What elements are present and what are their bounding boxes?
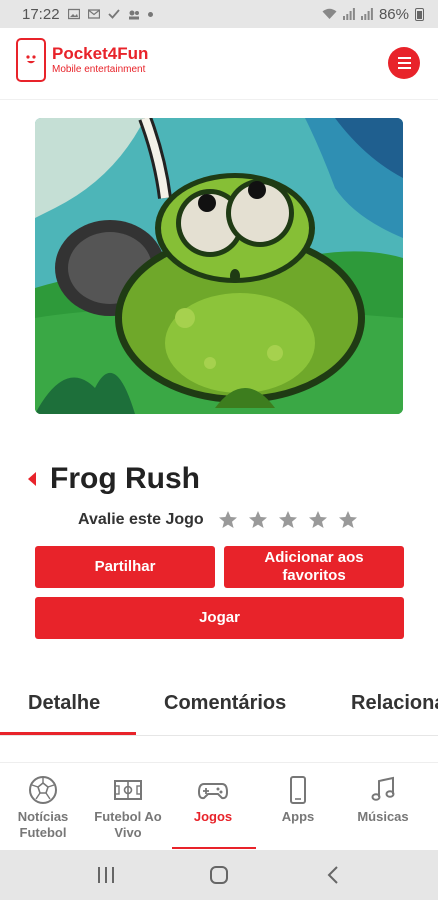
bottom-nav: Notícias Futebol Futebol Ao Vivo Jogos A… <box>0 762 438 850</box>
rating-label: Avalie este Jogo <box>78 511 204 528</box>
soccer-field-icon <box>114 780 142 800</box>
game-artwork <box>35 118 403 414</box>
cast-icon <box>128 10 139 20</box>
active-tab-indicator <box>0 732 136 735</box>
nav-item-live-football[interactable]: Futebol Ao Vivo <box>88 775 168 842</box>
home-icon[interactable] <box>209 865 229 885</box>
nav-item-news[interactable]: Notícias Futebol <box>3 775 83 842</box>
signal-icon <box>360 8 373 20</box>
logo-phone-icon <box>16 38 46 82</box>
star-icon[interactable] <box>248 510 268 530</box>
menu-button[interactable] <box>388 47 420 79</box>
rating-stars <box>218 510 358 530</box>
content-tabs: Detalhe Comentários Relacionados <box>0 676 438 736</box>
check-icon <box>107 9 120 19</box>
nav-item-games[interactable]: Jogos <box>173 775 253 825</box>
nav-label-apps: Apps <box>281 809 315 824</box>
logo[interactable]: Pocket4Fun Mobile entertainment <box>16 38 148 82</box>
battery-percent: 86% <box>378 5 409 23</box>
signal-icon <box>342 8 355 20</box>
nav-label-news: Notícias Futebol <box>17 809 69 841</box>
status-time: 17:22 <box>22 5 60 23</box>
image-icon <box>67 8 80 20</box>
back-icon[interactable] <box>326 865 340 885</box>
share-button[interactable]: Partilhar <box>35 546 215 588</box>
dot-icon <box>147 11 153 17</box>
hamburger-icon <box>397 57 411 59</box>
nav-item-music[interactable]: Músicas <box>343 775 423 825</box>
logo-tagline: Mobile entertainment <box>52 64 146 75</box>
game-title-row: Frog Rush <box>28 462 200 496</box>
status-bar: 17:22 86% <box>0 0 438 28</box>
star-icon[interactable] <box>338 510 358 530</box>
logo-name: Pocket4Fun <box>52 44 149 63</box>
nav-active-indicator <box>172 847 256 849</box>
app-header: Pocket4Fun Mobile entertainment <box>0 28 438 100</box>
play-button[interactable]: Jogar <box>35 597 404 639</box>
system-nav-bar <box>0 850 438 900</box>
tab-detail[interactable]: Detalhe <box>28 692 100 715</box>
soccer-ball-icon <box>29 776 57 804</box>
tab-related[interactable]: Relacionados <box>351 692 438 715</box>
battery-icon <box>415 7 424 21</box>
tab-comments[interactable]: Comentários <box>164 692 286 715</box>
nav-label-live-football: Futebol Ao Vivo <box>94 809 162 841</box>
recent-apps-icon[interactable] <box>97 865 115 885</box>
nav-item-apps[interactable]: Apps <box>258 775 338 825</box>
star-icon[interactable] <box>308 510 328 530</box>
mail-icon <box>87 9 100 19</box>
star-icon[interactable] <box>278 510 298 530</box>
smartphone-icon <box>290 776 306 804</box>
back-arrow-icon[interactable] <box>28 472 36 486</box>
wifi-icon <box>322 8 337 19</box>
music-note-icon <box>371 776 395 801</box>
game-title: Frog Rush <box>50 462 200 495</box>
nav-label-games: Jogos <box>193 809 233 824</box>
gamepad-icon <box>198 783 228 800</box>
add-to-favorites-button[interactable]: Adicionar aos favoritos <box>224 546 404 588</box>
star-icon[interactable] <box>218 510 238 530</box>
nav-label-music: Músicas <box>357 809 409 824</box>
rating-row: Avalie este Jogo <box>78 510 358 530</box>
